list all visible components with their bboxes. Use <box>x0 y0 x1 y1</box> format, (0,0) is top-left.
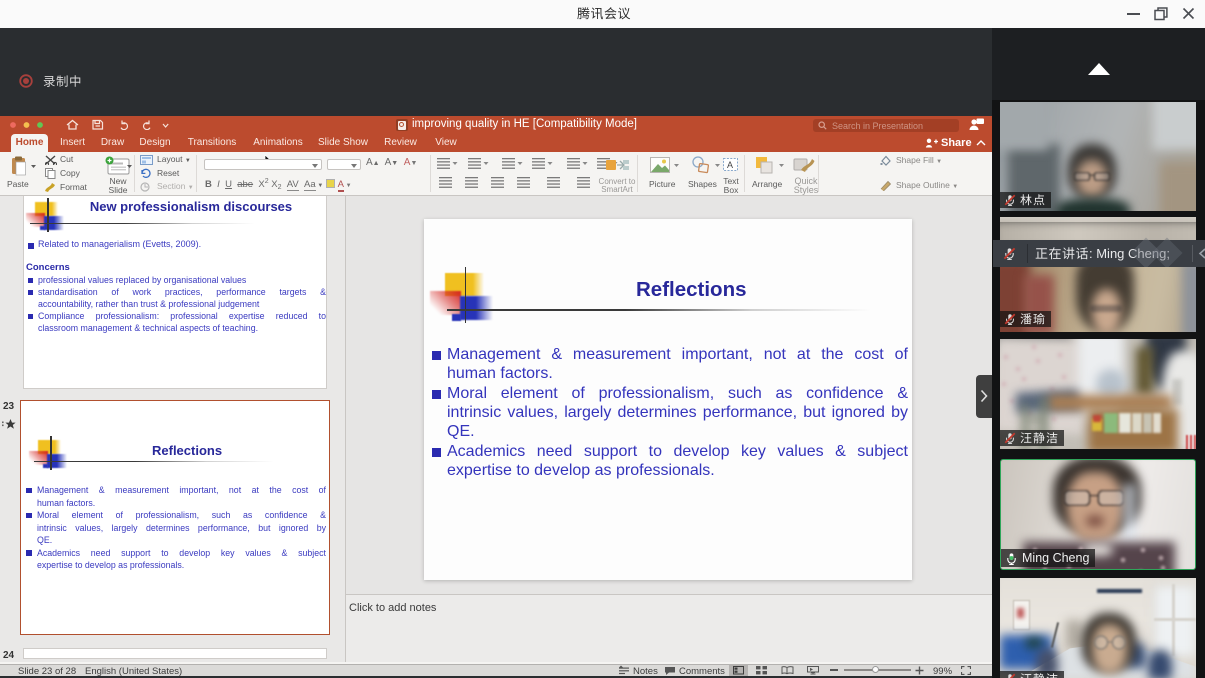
svg-text:A: A <box>727 160 733 170</box>
